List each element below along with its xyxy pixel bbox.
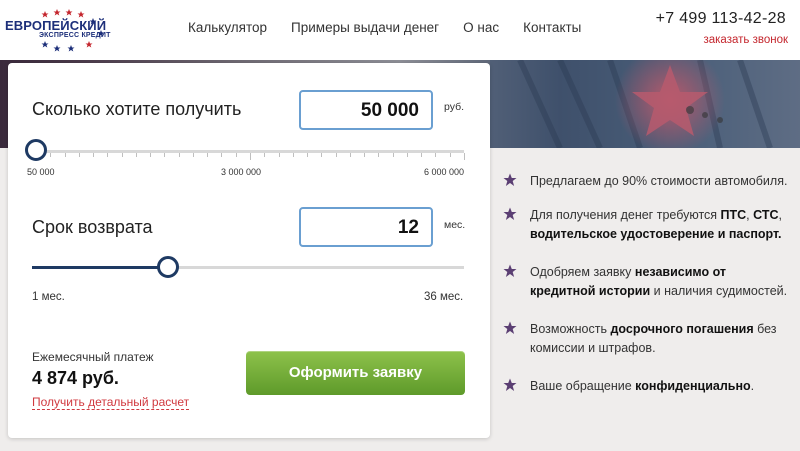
nav-item-contacts[interactable]: Контакты (523, 20, 581, 35)
amount-slider-tick (349, 153, 351, 157)
amount-slider-tick (278, 153, 280, 157)
logo-sub-text: ЭКСПРЕСС КРЕДИТ (39, 32, 111, 39)
benefit-fragment: Предлагаем до 90% стоимости автомобиля. (530, 174, 788, 188)
amount-slider-tick (250, 153, 251, 160)
benefit-fragment: . (750, 379, 755, 393)
amount-slider-tick (435, 153, 437, 157)
star-icon (503, 321, 517, 334)
logo[interactable]: ЕВРОПЕЙСКИЙ ЭКСПРЕСС КРЕДИТ (5, 8, 115, 52)
amount-slider-tick (449, 153, 451, 157)
amount-slider-tick (135, 153, 137, 157)
callback-link[interactable]: заказать звонок (703, 34, 788, 46)
amount-mid-label: 3 000 000 (221, 167, 262, 177)
benefit-fragment: Для получения денег требуются (530, 208, 721, 222)
amount-slider-tick (192, 153, 194, 157)
amount-slider-tick (321, 153, 323, 157)
amount-unit: руб. (444, 101, 465, 113)
star-icon (503, 264, 517, 277)
site-header: ЕВРОПЕЙСКИЙ ЭКСПРЕСС КРЕДИТ Калькулятор … (0, 0, 800, 60)
amount-slider-tick (392, 153, 394, 157)
amount-slider-tick (406, 153, 408, 157)
amount-slider-tick (50, 153, 52, 157)
amount-slider-tick (264, 153, 266, 157)
benefit-fragment: , (778, 208, 782, 222)
amount-slider-tick (78, 153, 80, 157)
term-input[interactable]: 12 (299, 207, 433, 247)
calculator-card: Сколько хотите получить 50 000 руб. 50 0… (8, 63, 490, 438)
apply-button[interactable]: Оформить заявку (246, 351, 465, 395)
amount-slider-handle[interactable] (25, 139, 47, 161)
amount-slider-tick (378, 153, 380, 157)
main-nav: Калькулятор Примеры выдачи денег О нас К… (188, 20, 605, 35)
benefit-fragment: Ваше обращение (530, 379, 636, 393)
amount-slider-tick (121, 153, 123, 157)
amount-slider-tick (107, 153, 109, 157)
benefit-fragment: Одобряем заявку (530, 265, 635, 279)
term-slider-fill (32, 266, 168, 269)
benefit-highlight: досрочного погашения (610, 322, 754, 336)
amount-slider-tick (64, 153, 66, 157)
amount-slider-tick (178, 153, 180, 157)
detailed-calculation-link[interactable]: Получить детальный расчет (32, 395, 190, 410)
nav-item-about[interactable]: О нас (463, 20, 499, 35)
benefit-text: Ваше обращение конфиденциально. (530, 377, 793, 396)
star-icon (503, 207, 517, 220)
term-label: Срок возврата (32, 217, 153, 237)
term-unit: мес. (444, 219, 466, 231)
term-max-label: 36 мес. (424, 291, 464, 303)
nav-item-calculator[interactable]: Калькулятор (188, 20, 267, 35)
benefit-text: Для получения денег требуются ПТС, СТС, … (530, 206, 793, 244)
benefit-text: Предлагаем до 90% стоимости автомобиля. (530, 172, 793, 191)
term-min-label: 1 мес. (32, 291, 65, 303)
amount-slider-tick (235, 153, 237, 157)
amount-slider-tick (221, 153, 223, 157)
amount-slider-tick (164, 153, 166, 157)
star-icon (503, 173, 517, 186)
benefit-highlight: водительское удостоверение и паспорт. (530, 227, 782, 241)
benefit-fragment: Возможность (530, 322, 611, 336)
monthly-payment-label: Ежемесячный платеж (32, 350, 154, 364)
benefit-text: Возможность досрочного погашения без ком… (530, 320, 793, 358)
amount-slider-tick (464, 153, 465, 160)
term-slider-handle[interactable] (156, 256, 179, 278)
benefit-highlight: СТС (753, 208, 779, 222)
monthly-payment-value: 4 874 руб. (32, 368, 119, 388)
amount-label: Сколько хотите получить (32, 99, 242, 119)
amount-max-label: 6 000 000 (424, 167, 465, 177)
benefit-text: Одобряем заявку независимо от кредитной … (530, 263, 793, 301)
amount-slider-tick (207, 153, 209, 157)
amount-slider-tick (421, 153, 423, 157)
benefit-highlight: конфиденциально (635, 379, 751, 393)
amount-slider-tick (307, 153, 309, 157)
amount-min-label: 50 000 (27, 167, 55, 177)
amount-slider-tick (150, 153, 152, 157)
amount-slider-tick (93, 153, 95, 157)
amount-input[interactable]: 50 000 (299, 90, 433, 130)
phone-number[interactable]: +7 499 113-42-28 (656, 10, 786, 28)
benefit-fragment: и наличия судимостей. (650, 284, 788, 298)
amount-slider-tick (364, 153, 366, 157)
amount-slider-tick (335, 153, 337, 157)
nav-item-examples[interactable]: Примеры выдачи денег (291, 20, 439, 35)
benefit-highlight: ПТС (720, 208, 747, 222)
amount-slider-tick (292, 153, 294, 157)
star-icon (503, 378, 517, 391)
logo-main-text: ЕВРОПЕЙСКИЙ (5, 18, 107, 33)
